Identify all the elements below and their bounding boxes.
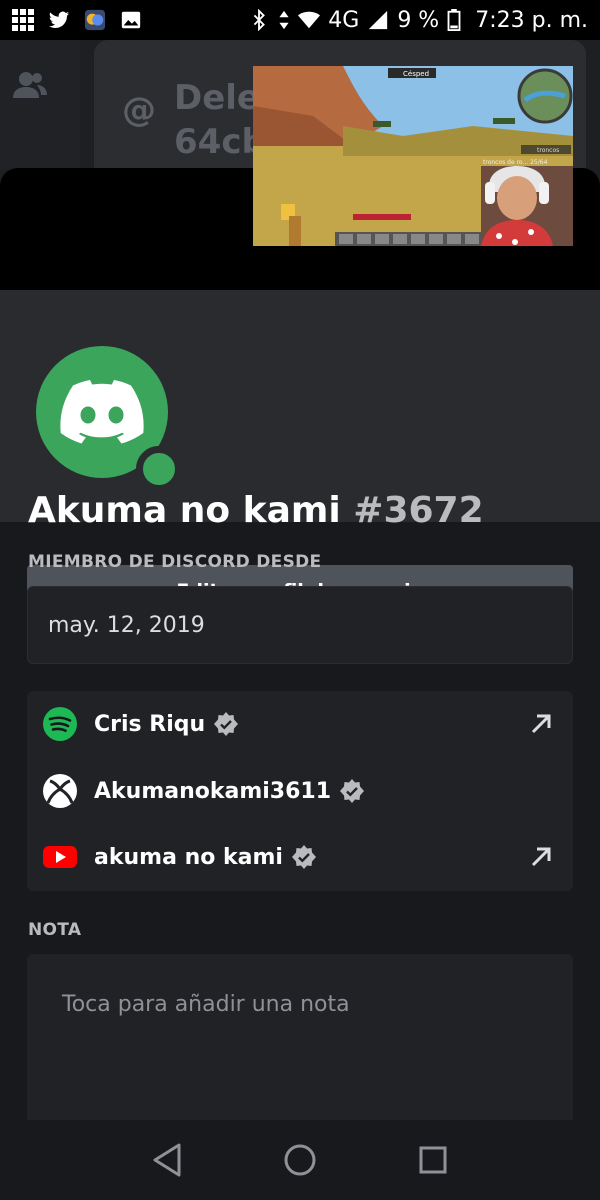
at-icon: @ bbox=[122, 90, 156, 130]
nav-back-button[interactable] bbox=[147, 1140, 187, 1180]
battery-icon bbox=[447, 9, 461, 31]
bluetooth-icon bbox=[254, 9, 266, 31]
external-link-icon[interactable] bbox=[527, 710, 555, 738]
minecraft-stream-scene: Césped troncos troncos de ro... 25/64 bbox=[253, 66, 573, 246]
clock: 7:23 p. m. bbox=[475, 7, 588, 33]
account-name-text: Akumanokami3611 bbox=[94, 778, 332, 804]
hud-tag-label: troncos bbox=[537, 147, 559, 154]
connected-accounts: Cris Riqu Akumanokami3611 akuma no kami bbox=[27, 691, 573, 891]
verified-check-icon bbox=[291, 845, 316, 869]
home-circle-icon bbox=[284, 1144, 316, 1176]
profile-header: Akuma no kami #3672 Editar perfil de usu… bbox=[0, 290, 600, 617]
friends-rail[interactable] bbox=[0, 40, 80, 170]
member-since-date: may. 12, 2019 bbox=[27, 586, 573, 664]
recents-square-icon bbox=[419, 1146, 447, 1174]
external-link-icon[interactable] bbox=[527, 843, 555, 871]
avatar[interactable] bbox=[24, 334, 182, 492]
account-name-xbox: Akumanokami3611 bbox=[94, 778, 365, 804]
discord-logo-icon bbox=[60, 380, 144, 444]
messenger-bubble-icon bbox=[84, 9, 106, 31]
nav-recents-button[interactable] bbox=[413, 1140, 453, 1180]
signal-icon bbox=[369, 10, 388, 30]
profile-sheet: Akuma no kami #3672 Editar perfil de usu… bbox=[0, 168, 600, 1200]
spotify-icon bbox=[43, 707, 77, 741]
friends-icon[interactable] bbox=[12, 70, 48, 100]
account-name-youtube: akuma no kami bbox=[94, 844, 317, 870]
hud-item-label: Césped bbox=[403, 70, 429, 78]
note-label: NOTA bbox=[28, 920, 82, 940]
account-row-xbox[interactable]: Akumanokami3611 bbox=[27, 761, 573, 821]
online-status-badge bbox=[136, 446, 182, 492]
back-triangle-icon bbox=[153, 1143, 181, 1177]
username-text: Akuma no kami bbox=[28, 490, 341, 531]
xbox-icon bbox=[43, 774, 77, 808]
wifi-icon bbox=[298, 11, 321, 29]
account-name-spotify: Cris Riqu bbox=[94, 711, 239, 737]
member-since-label: MIEMBRO DE DISCORD DESDE bbox=[28, 552, 322, 572]
account-name-text: akuma no kami bbox=[94, 844, 283, 870]
image-icon bbox=[121, 11, 141, 29]
youtube-icon bbox=[43, 846, 77, 868]
nav-home-button[interactable] bbox=[280, 1140, 320, 1180]
app-grid-icon bbox=[12, 9, 34, 31]
discriminator-text: #3672 bbox=[353, 490, 484, 531]
battery-percent: 9 % bbox=[397, 7, 440, 33]
network-type: 4G bbox=[328, 7, 360, 33]
twitter-icon bbox=[48, 11, 70, 28]
profile-username: Akuma no kami #3672 bbox=[28, 490, 484, 531]
pip-video-player[interactable]: Césped troncos troncos de ro... 25/64 bbox=[253, 66, 573, 246]
status-bar: 4G 9 % 7:23 p. m. bbox=[0, 0, 600, 40]
verified-check-icon bbox=[214, 712, 239, 736]
hud-quest-label: troncos de ro... 25/64 bbox=[483, 159, 548, 166]
verified-check-icon bbox=[340, 779, 365, 803]
account-row-youtube[interactable]: akuma no kami bbox=[27, 827, 573, 887]
account-name-text: Cris Riqu bbox=[94, 711, 206, 737]
system-nav-bar bbox=[0, 1120, 600, 1200]
account-row-spotify[interactable]: Cris Riqu bbox=[27, 694, 573, 754]
data-arrows-icon bbox=[279, 10, 289, 30]
